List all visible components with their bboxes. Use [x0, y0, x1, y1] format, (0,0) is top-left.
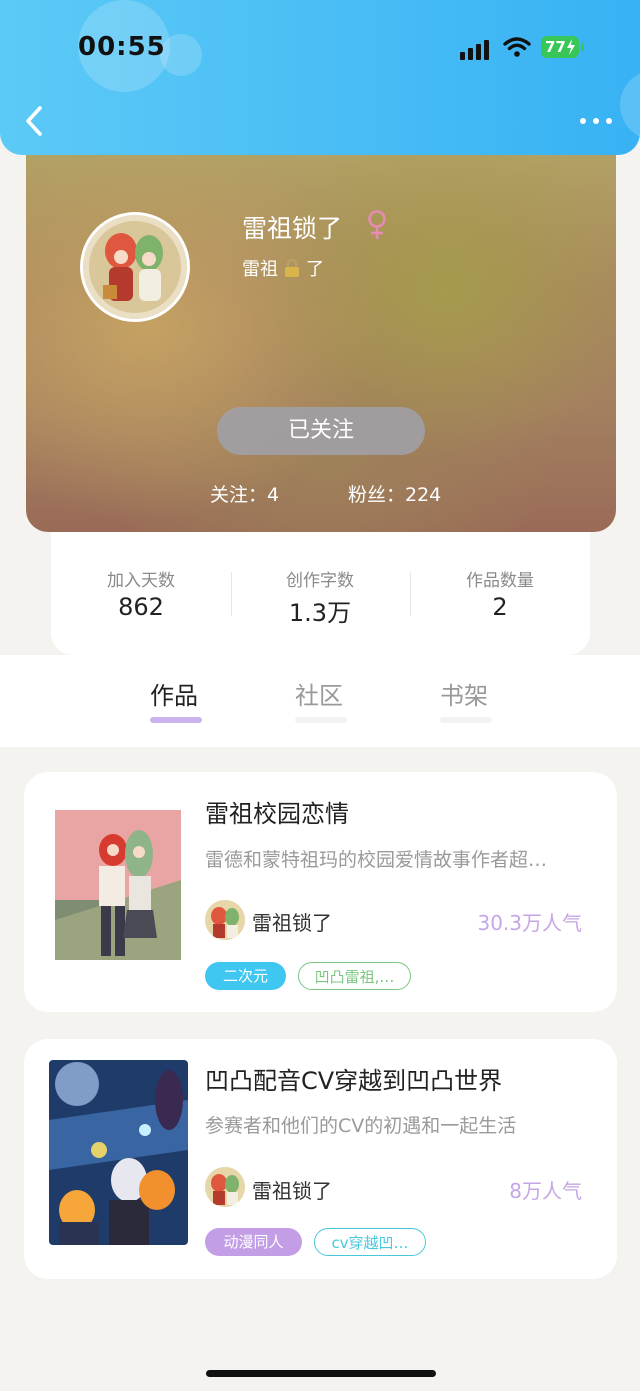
work-cover-image[interactable] [49, 1060, 188, 1245]
following-count[interactable]: 关注：4 [210, 480, 279, 507]
work-title[interactable]: 雷祖校园恋情 [205, 794, 349, 829]
work-description: 雷德和蒙特祖玛的校园爱情故事作者超… [205, 849, 548, 871]
followers-count[interactable]: 粉丝：224 [348, 480, 441, 507]
back-arrow-icon[interactable] [22, 104, 48, 138]
profile-username: 雷祖锁了 [242, 214, 343, 243]
tab-works[interactable]: 作品 [150, 676, 198, 711]
author-name[interactable]: 雷祖锁了 [252, 1175, 332, 1204]
bio-text-start: 雷祖 [242, 259, 278, 280]
stat-works-count: 作品数量 2 [410, 566, 590, 621]
stat-value: 862 [118, 593, 164, 621]
work-title[interactable]: 凹凸配音CV穿越到凹凸世界 [205, 1061, 502, 1096]
top-nav-bar: 00:55 77 [0, 0, 640, 155]
work-description: 参赛者和他们的CV的初遇和一起生活 [205, 1115, 517, 1137]
home-indicator[interactable] [206, 1370, 436, 1377]
stat-value: 2 [492, 593, 508, 621]
lock-icon [284, 259, 300, 277]
popularity-count: 8万人气 [509, 1179, 582, 1203]
battery-tip [581, 43, 584, 51]
stat-label: 创作字数 [286, 571, 354, 591]
stat-label: 加入天数 [107, 571, 175, 591]
battery-icon: 77 [541, 36, 579, 58]
work-cover-image[interactable] [55, 810, 181, 960]
stat-join-days: 加入天数 862 [51, 566, 231, 621]
stat-word-count: 创作字数 1.3万 [230, 566, 410, 628]
author-name[interactable]: 雷祖锁了 [252, 907, 332, 936]
tab-community[interactable]: 社区 [295, 676, 343, 711]
stat-value: 1.3万 [288, 599, 352, 627]
tab-indicator [295, 717, 347, 723]
stat-label: 作品数量 [466, 571, 534, 591]
profile-avatar[interactable] [80, 212, 190, 322]
profile-banner [26, 130, 616, 532]
battery-level: 77 [545, 38, 566, 56]
work-tag[interactable]: cv穿越凹… [314, 1228, 426, 1256]
female-gender-icon [368, 210, 386, 239]
profile-bio: 雷祖 了 [242, 255, 324, 281]
followed-button[interactable]: 已关注 [217, 407, 425, 455]
work-tag[interactable]: 二次元 [205, 962, 286, 990]
author-avatar[interactable] [205, 1167, 245, 1207]
tab-bookshelf[interactable]: 书架 [440, 676, 488, 711]
status-time: 00:55 [78, 32, 166, 62]
popularity-count: 30.3万人气 [477, 911, 582, 935]
stats-panel: 加入天数 862 创作字数 1.3万 作品数量 2 [51, 532, 590, 655]
wifi-icon [503, 37, 531, 57]
tab-active-indicator [150, 717, 202, 723]
author-avatar[interactable] [205, 900, 245, 940]
bio-text-end: 了 [306, 259, 324, 280]
work-tag[interactable]: 动漫同人 [205, 1228, 302, 1256]
more-options-icon[interactable] [578, 112, 614, 132]
signal-icon [460, 38, 492, 60]
tab-indicator [440, 717, 492, 723]
work-tag[interactable]: 凹凸雷祖,… [298, 962, 411, 990]
